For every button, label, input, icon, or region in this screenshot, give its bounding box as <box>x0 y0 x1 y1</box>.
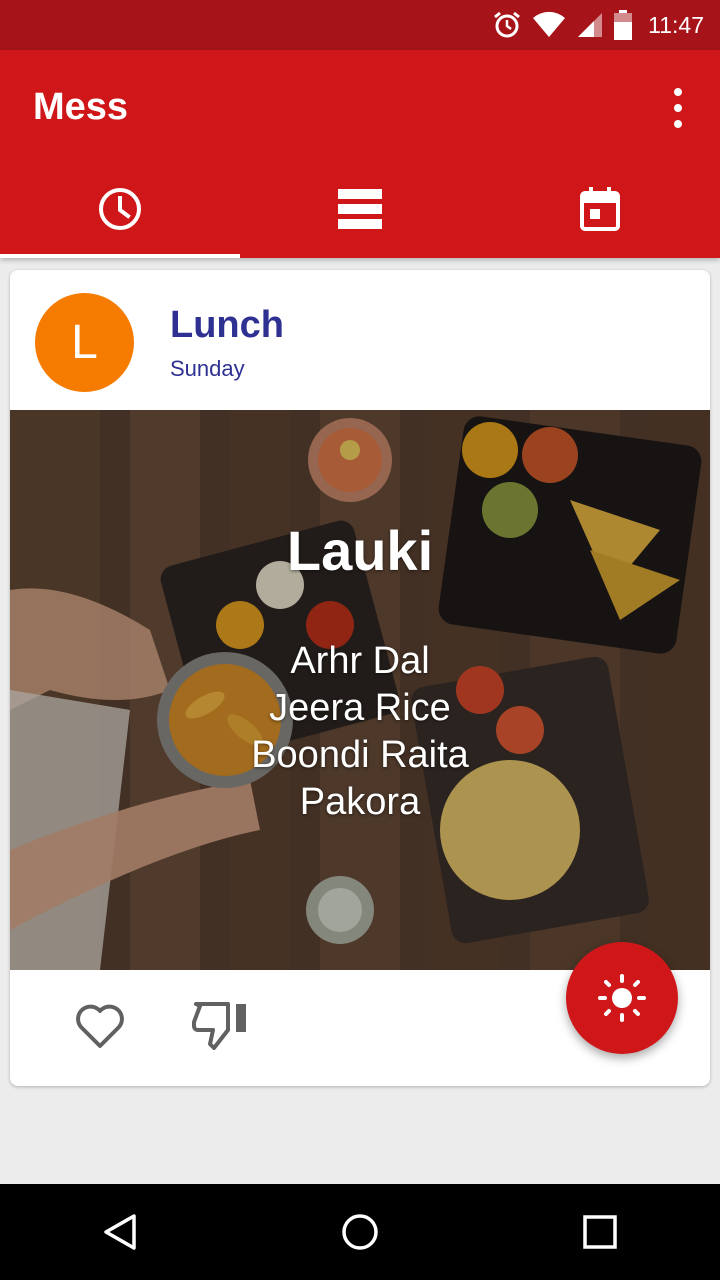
recents-icon <box>583 1215 617 1249</box>
overflow-menu-icon[interactable] <box>666 88 690 128</box>
back-button[interactable] <box>80 1192 160 1272</box>
status-time: 11:47 <box>648 11 704 38</box>
main-dish: Lauki <box>286 519 434 582</box>
home-icon <box>342 1214 378 1250</box>
navigation-bar <box>0 1184 720 1280</box>
tab-indicator <box>0 254 240 258</box>
clock-icon <box>99 188 141 230</box>
dislike-button[interactable] <box>190 998 250 1054</box>
meal-title: Lunch <box>170 304 284 346</box>
wifi-icon <box>533 11 566 37</box>
status-icons: 11:47 <box>492 0 704 50</box>
home-button[interactable] <box>320 1192 400 1272</box>
status-bar: 11:47 <box>0 0 720 50</box>
heart-icon <box>76 1004 124 1048</box>
calendar-icon <box>580 187 620 231</box>
side-dishes: Arhr Dal Jeera Rice Boondi Raita Pakora <box>10 638 710 826</box>
side-item: Pakora <box>299 781 421 823</box>
list-icon <box>338 189 382 229</box>
fab-button[interactable] <box>566 942 678 1054</box>
recents-button[interactable] <box>560 1192 640 1272</box>
tab-bar <box>0 160 720 258</box>
signal-icon <box>578 13 603 37</box>
like-button[interactable] <box>72 998 128 1054</box>
tab-calendar[interactable] <box>480 160 720 258</box>
side-item: Boondi Raita <box>251 734 469 776</box>
app-bar: Mess <box>0 50 720 258</box>
back-icon <box>104 1214 136 1250</box>
app-title: Mess <box>33 86 129 128</box>
tab-today[interactable] <box>0 160 240 258</box>
meal-day: Sunday <box>170 356 245 381</box>
battery-icon <box>614 10 633 40</box>
food-image: Lauki Arhr Dal Jeera Rice Boondi Raita P… <box>10 410 710 970</box>
side-item: Jeera Rice <box>269 687 451 729</box>
thumbs-down-icon <box>192 1002 246 1050</box>
avatar: L <box>35 293 134 392</box>
tab-list[interactable] <box>240 160 480 258</box>
side-item: Arhr Dal <box>290 640 430 682</box>
sun-icon <box>598 974 646 1022</box>
alarm-icon <box>494 11 521 38</box>
